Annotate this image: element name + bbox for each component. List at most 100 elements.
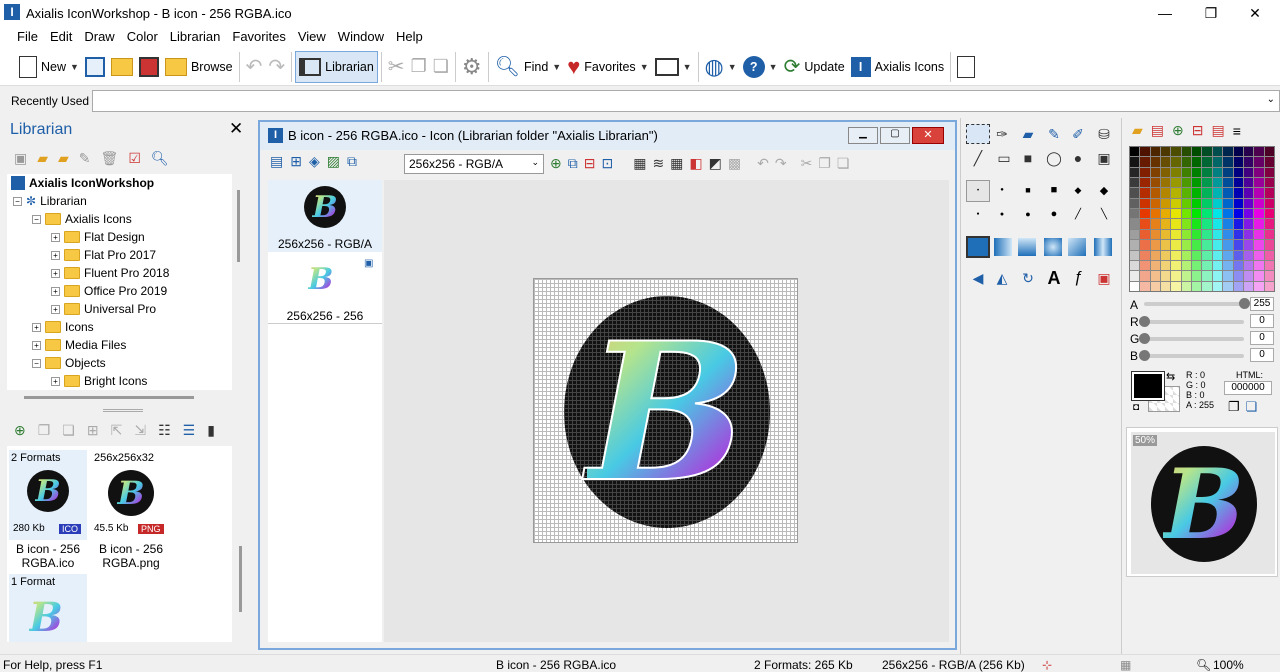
replace-icon[interactable]: ⧉: [347, 153, 357, 170]
palette-swatch[interactable]: [1264, 178, 1274, 188]
palette-swatch[interactable]: [1150, 198, 1161, 209]
browse-button[interactable]: Browse: [162, 51, 236, 83]
copy-icon[interactable]: ❐: [38, 422, 51, 439]
brush-shape-diamond-large[interactable]: ◆: [1094, 180, 1114, 200]
palette-swatch[interactable]: [1150, 147, 1161, 157]
brush-backslash-icon[interactable]: ╲: [1094, 204, 1114, 224]
palette-swatch[interactable]: [1181, 178, 1192, 188]
pixel-grid-canvas[interactable]: B: [533, 278, 798, 543]
palette-swatch[interactable]: [1223, 229, 1233, 240]
tree-node-universal-pro[interactable]: + Universal Pro: [51, 300, 156, 318]
palette-swatch[interactable]: [1264, 147, 1274, 157]
palette-swatch[interactable]: [1264, 188, 1274, 198]
save-button[interactable]: [136, 51, 162, 83]
palette-swatch[interactable]: [1243, 157, 1254, 167]
filled-rectangle-tool-icon[interactable]: ■: [1018, 148, 1038, 168]
undo-icon[interactable]: ↶: [757, 155, 769, 172]
palette-swatch[interactable]: [1161, 229, 1171, 240]
palette-swatch[interactable]: [1181, 281, 1192, 291]
html-color-input[interactable]: 000000: [1224, 381, 1272, 395]
palette-swatch[interactable]: [1161, 147, 1171, 157]
new-project-button[interactable]: [82, 51, 108, 83]
palette-swatch[interactable]: [1254, 281, 1264, 291]
palette-swatch[interactable]: [1243, 271, 1254, 281]
palette-swatch[interactable]: [1223, 281, 1233, 291]
palette-swatch[interactable]: [1192, 219, 1202, 229]
palette-swatch[interactable]: [1212, 240, 1223, 250]
palette-swatch[interactable]: [1233, 219, 1243, 229]
palette-swatch[interactable]: [1181, 157, 1192, 167]
palette-swatch[interactable]: [1212, 198, 1223, 209]
palette-swatch[interactable]: [1171, 209, 1181, 219]
tree-node-flat-pro-2017[interactable]: + Flat Pro 2017: [51, 246, 156, 264]
palette-swatch[interactable]: [1140, 281, 1150, 291]
open-folder-icon[interactable]: ▰: [37, 150, 48, 167]
tree-scrollbar[interactable]: [237, 190, 240, 262]
palette-swatch[interactable]: [1130, 147, 1140, 157]
palette-swatch[interactable]: [1243, 281, 1254, 291]
brush-size-1[interactable]: •: [966, 180, 990, 202]
palette-swatch[interactable]: [1243, 260, 1254, 271]
save-icon[interactable]: ▤: [270, 153, 283, 170]
palette-swatch[interactable]: [1233, 250, 1243, 260]
palette-swatch[interactable]: [1161, 198, 1171, 209]
open-button[interactable]: [108, 51, 136, 83]
palette-swatch[interactable]: [1212, 188, 1223, 198]
palette-swatch[interactable]: [1161, 250, 1171, 260]
palette-swatch[interactable]: [1243, 219, 1254, 229]
palette-swatch[interactable]: [1192, 167, 1202, 178]
palette-swatch[interactable]: [1233, 188, 1243, 198]
web-button[interactable]: ◍ ▼: [702, 51, 740, 83]
palette-swatch[interactable]: [1171, 147, 1181, 157]
update-button[interactable]: ⟳ Update: [781, 51, 848, 83]
tree-node-fluent-pro-2018[interactable]: + Fluent Pro 2018: [51, 264, 169, 282]
info-button[interactable]: [954, 51, 978, 83]
palette-swatch[interactable]: [1140, 260, 1150, 271]
transparency-icon[interactable]: ◧: [689, 155, 702, 172]
palette-swatch[interactable]: [1192, 147, 1202, 157]
redo-icon[interactable]: ↷: [775, 155, 787, 172]
palette-swatch[interactable]: [1140, 271, 1150, 281]
tree-node-flat-design[interactable]: + Flat Design: [51, 228, 145, 246]
palette-swatch[interactable]: [1140, 178, 1150, 188]
palette-swatch[interactable]: [1233, 271, 1243, 281]
remove-color-icon[interactable]: ⊟: [1192, 122, 1204, 139]
palette-swatch[interactable]: [1150, 167, 1161, 178]
palette-swatch[interactable]: [1243, 250, 1254, 260]
effects-tool-icon[interactable]: ƒ: [1068, 268, 1088, 288]
doc-maximize-button[interactable]: ▢: [880, 127, 910, 144]
palette-swatch[interactable]: [1233, 209, 1243, 219]
palette-swatch[interactable]: [1140, 167, 1150, 178]
copy-format-icon[interactable]: ⧉: [568, 155, 578, 172]
palette-swatch[interactable]: [1254, 188, 1264, 198]
palette-swatch[interactable]: [1171, 250, 1181, 260]
palette-swatch[interactable]: [1202, 229, 1212, 240]
blue-slider-track[interactable]: [1144, 354, 1244, 358]
mirror-tool-icon[interactable]: ◭: [992, 268, 1012, 288]
doc-close-button[interactable]: ✕: [912, 127, 944, 144]
palette-swatch[interactable]: [1233, 157, 1243, 167]
red-slider-knob[interactable]: [1139, 316, 1150, 327]
palette-swatch[interactable]: [1150, 281, 1161, 291]
palette-swatch[interactable]: [1212, 147, 1223, 157]
palette-swatch[interactable]: [1243, 198, 1254, 209]
palette-swatch[interactable]: [1181, 188, 1192, 198]
brush-size-5[interactable]: ●: [968, 204, 988, 224]
palette-swatch[interactable]: [1254, 260, 1264, 271]
edit-icon[interactable]: ✎: [79, 150, 91, 167]
palette-swatch[interactable]: [1181, 147, 1192, 157]
palette-swatch[interactable]: [1264, 240, 1274, 250]
palette-swatch[interactable]: [1181, 209, 1192, 219]
palette-swatch[interactable]: [1192, 198, 1202, 209]
palette-swatch[interactable]: [1212, 271, 1223, 281]
image-icon[interactable]: ▨: [327, 153, 340, 170]
palette-swatch[interactable]: [1192, 271, 1202, 281]
tree-node-bright-icons[interactable]: + Bright Icons: [51, 372, 147, 390]
palette-swatch[interactable]: [1130, 188, 1140, 198]
palette-swatch[interactable]: [1202, 178, 1212, 188]
palette-swatch[interactable]: [1264, 157, 1274, 167]
line-tool-icon[interactable]: ╱: [968, 148, 988, 168]
palette-swatch[interactable]: [1130, 209, 1140, 219]
flip-tool-icon[interactable]: ◀: [968, 268, 988, 288]
palette-swatch[interactable]: [1223, 198, 1233, 209]
